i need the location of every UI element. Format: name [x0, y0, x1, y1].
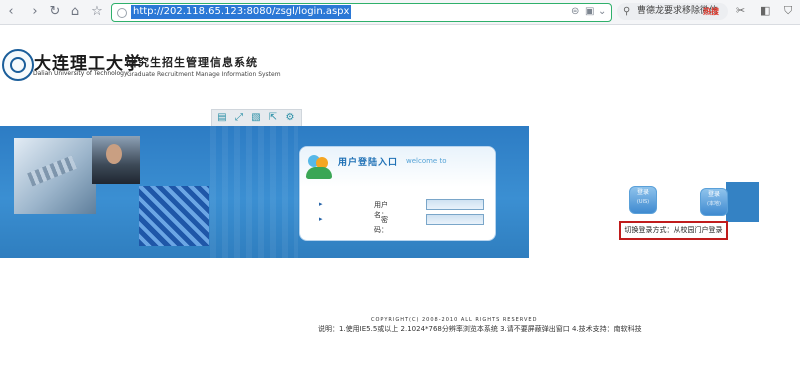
password-input[interactable] — [426, 214, 484, 225]
hot-badge: 热搜 — [703, 7, 719, 16]
finance-photo — [14, 138, 96, 214]
back-icon[interactable]: ‹ — [2, 3, 20, 21]
footer-notes: 说明：1.使用IE5.5或以上 2.1024*768分辨率浏览本系统 3.请不要… — [318, 325, 642, 333]
bullet-arrow-icon: ▸ — [319, 215, 323, 223]
university-logo — [2, 49, 34, 81]
browser-search[interactable]: ⚲ 曹德龙要求移除微信 热搜 — [617, 3, 728, 20]
home-icon[interactable]: ⌂ — [66, 3, 84, 21]
system-name-cn: 研究生招生管理信息系统 — [126, 56, 258, 69]
welcome-text: welcome to — [406, 157, 447, 165]
site-info-icon[interactable] — [117, 8, 127, 18]
extension-icon[interactable]: ◧ — [760, 4, 770, 17]
local-login-label: 登录 — [707, 191, 720, 198]
uis-login-sub: (UIS) — [636, 199, 650, 205]
bullet-arrow-icon: ▸ — [319, 200, 323, 208]
password-row: ▸ 密 码： — [300, 214, 495, 234]
username-row: ▸ 用户名： — [300, 199, 495, 219]
local-login-button[interactable]: 登录 (本地) — [700, 188, 728, 216]
system-name-en: Graduate Recruitment Manage Information … — [127, 71, 281, 78]
forward-icon[interactable]: › — [26, 3, 44, 21]
bookmark-star-icon[interactable]: ☆ — [88, 3, 106, 21]
compat-mode-icon[interactable]: ⊜ — [571, 6, 579, 17]
address-bar[interactable]: http://202.118.65.123:8080/zsgl/login.as… — [111, 3, 612, 22]
switch-background — [726, 182, 759, 222]
username-input[interactable] — [426, 199, 484, 210]
login-panel: 用户登陆入口 welcome to ▸ 用户名： ▸ 密 码： — [299, 146, 496, 241]
password-label: 密 码： — [374, 216, 388, 234]
scissors-icon[interactable]: ✂ — [736, 4, 745, 17]
image-icon[interactable]: ▧ — [250, 112, 262, 124]
operator-photo — [92, 136, 140, 184]
local-login-sub: (本地) — [707, 201, 721, 207]
login-header: 用户登陆入口 welcome to — [300, 147, 495, 187]
expand-icon[interactable]: ⤢ — [233, 112, 245, 124]
search-icon: ⚲ — [623, 6, 631, 17]
shield-icon[interactable]: ⛉ — [784, 4, 792, 18]
dropdown-chevron-icon[interactable]: ⌄ — [598, 6, 606, 17]
keyboard-photo — [139, 186, 209, 246]
banner-pattern — [210, 126, 298, 258]
browser-toolbar: ‹ › ↻ ⌂ ☆ http://202.118.65.123:8080/zsg… — [0, 0, 800, 25]
document-icon[interactable]: ▤ — [216, 112, 228, 124]
uis-login-button[interactable]: 登录 (UIS) — [629, 186, 657, 214]
copyright: COPYRIGHT(C) 2008-2010 ALL RIGHTS RESERV… — [371, 317, 538, 323]
switch-login-label[interactable]: 切换登录方式：从校园门户登录 — [619, 221, 728, 240]
share-icon[interactable]: ⇱ — [267, 112, 279, 124]
users-icon — [306, 153, 332, 181]
settings-icon[interactable]: ⚙ — [284, 112, 296, 124]
login-banner: 用户登陆入口 welcome to ▸ 用户名： ▸ 密 码： — [0, 126, 529, 258]
reload-icon[interactable]: ↻ — [46, 3, 64, 21]
university-name-en: Dalian University of Technology — [33, 70, 128, 77]
uis-login-label: 登录 — [636, 189, 649, 196]
reader-icon[interactable]: ▣ — [585, 6, 594, 17]
address-url[interactable]: http://202.118.65.123:8080/zsgl/login.as… — [131, 5, 352, 19]
site-header: 大连理工大学 Dalian University of Technology 研… — [0, 49, 300, 85]
login-title: 用户登陆入口 — [338, 158, 399, 168]
